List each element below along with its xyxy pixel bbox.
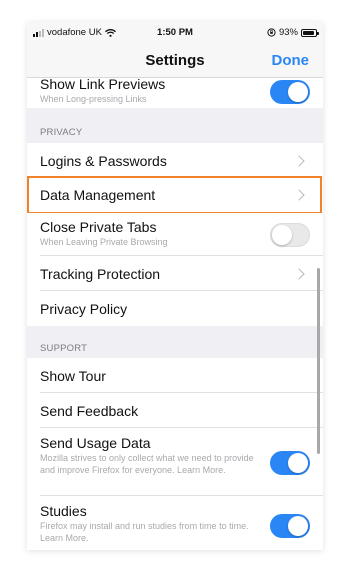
section-header-support: SUPPORT (40, 343, 88, 354)
close-private-tabs-toggle[interactable] (270, 223, 310, 247)
tracking-protection-label: Tracking Protection (40, 266, 161, 282)
settings-screen: vodafone UK 1:50 PM 93% Settings Done Sh… (27, 22, 323, 550)
close-private-tabs-sub: When Leaving Private Browsing (40, 237, 168, 247)
battery-icon (301, 28, 319, 37)
tracking-protection-row[interactable]: Tracking Protection (27, 256, 323, 291)
data-management-row[interactable]: Data Management (27, 178, 323, 212)
chevron-right-icon (293, 155, 305, 167)
battery-percent: 93% (278, 27, 298, 38)
show-link-previews-toggle[interactable] (270, 80, 310, 104)
scroll-indicator[interactable] (317, 268, 320, 454)
send-feedback-label: Send Feedback (40, 403, 139, 419)
show-link-previews-sub: When Long-pressing Links (40, 94, 147, 104)
close-private-tabs-label: Close Private Tabs (40, 219, 157, 235)
studies-sub: Firefox may install and run studies from… (40, 521, 249, 543)
chevron-right-icon (293, 189, 305, 201)
logins-passwords-row[interactable]: Logins & Passwords (27, 143, 323, 178)
section-header-privacy: PRIVACY (40, 127, 83, 138)
send-usage-data-sub: Mozilla strives to only collect what we … (40, 453, 254, 475)
done-button[interactable]: Done (272, 52, 310, 69)
orientation-lock-icon (267, 28, 276, 37)
status-bar: vodafone UK 1:50 PM 93% (27, 22, 323, 44)
logins-passwords-label: Logins & Passwords (40, 153, 167, 169)
show-tour-label: Show Tour (40, 368, 106, 384)
show-tour-row[interactable]: Show Tour (27, 358, 323, 393)
status-right: 93% (267, 27, 319, 38)
privacy-policy-row[interactable]: Privacy Policy (27, 291, 323, 326)
send-usage-data-toggle[interactable] (270, 451, 310, 475)
send-feedback-row[interactable]: Send Feedback (27, 393, 323, 428)
send-usage-data-label: Send Usage Data (40, 435, 151, 451)
privacy-policy-label: Privacy Policy (40, 301, 128, 317)
studies-toggle[interactable] (270, 514, 310, 538)
chevron-right-icon (293, 268, 305, 280)
navigation-bar: Settings Done (27, 44, 323, 78)
studies-label: Studies (40, 503, 87, 519)
data-management-label: Data Management (40, 187, 156, 203)
studies-row[interactable]: Studies Firefox may install and run stud… (27, 496, 323, 550)
show-link-previews-row[interactable]: Show Link Previews When Long-pressing Li… (27, 76, 323, 108)
close-private-tabs-row[interactable]: Close Private Tabs When Leaving Private … (27, 213, 323, 256)
show-link-previews-label: Show Link Previews (40, 76, 166, 92)
send-usage-data-row[interactable]: Send Usage Data Mozilla strives to only … (27, 428, 323, 496)
